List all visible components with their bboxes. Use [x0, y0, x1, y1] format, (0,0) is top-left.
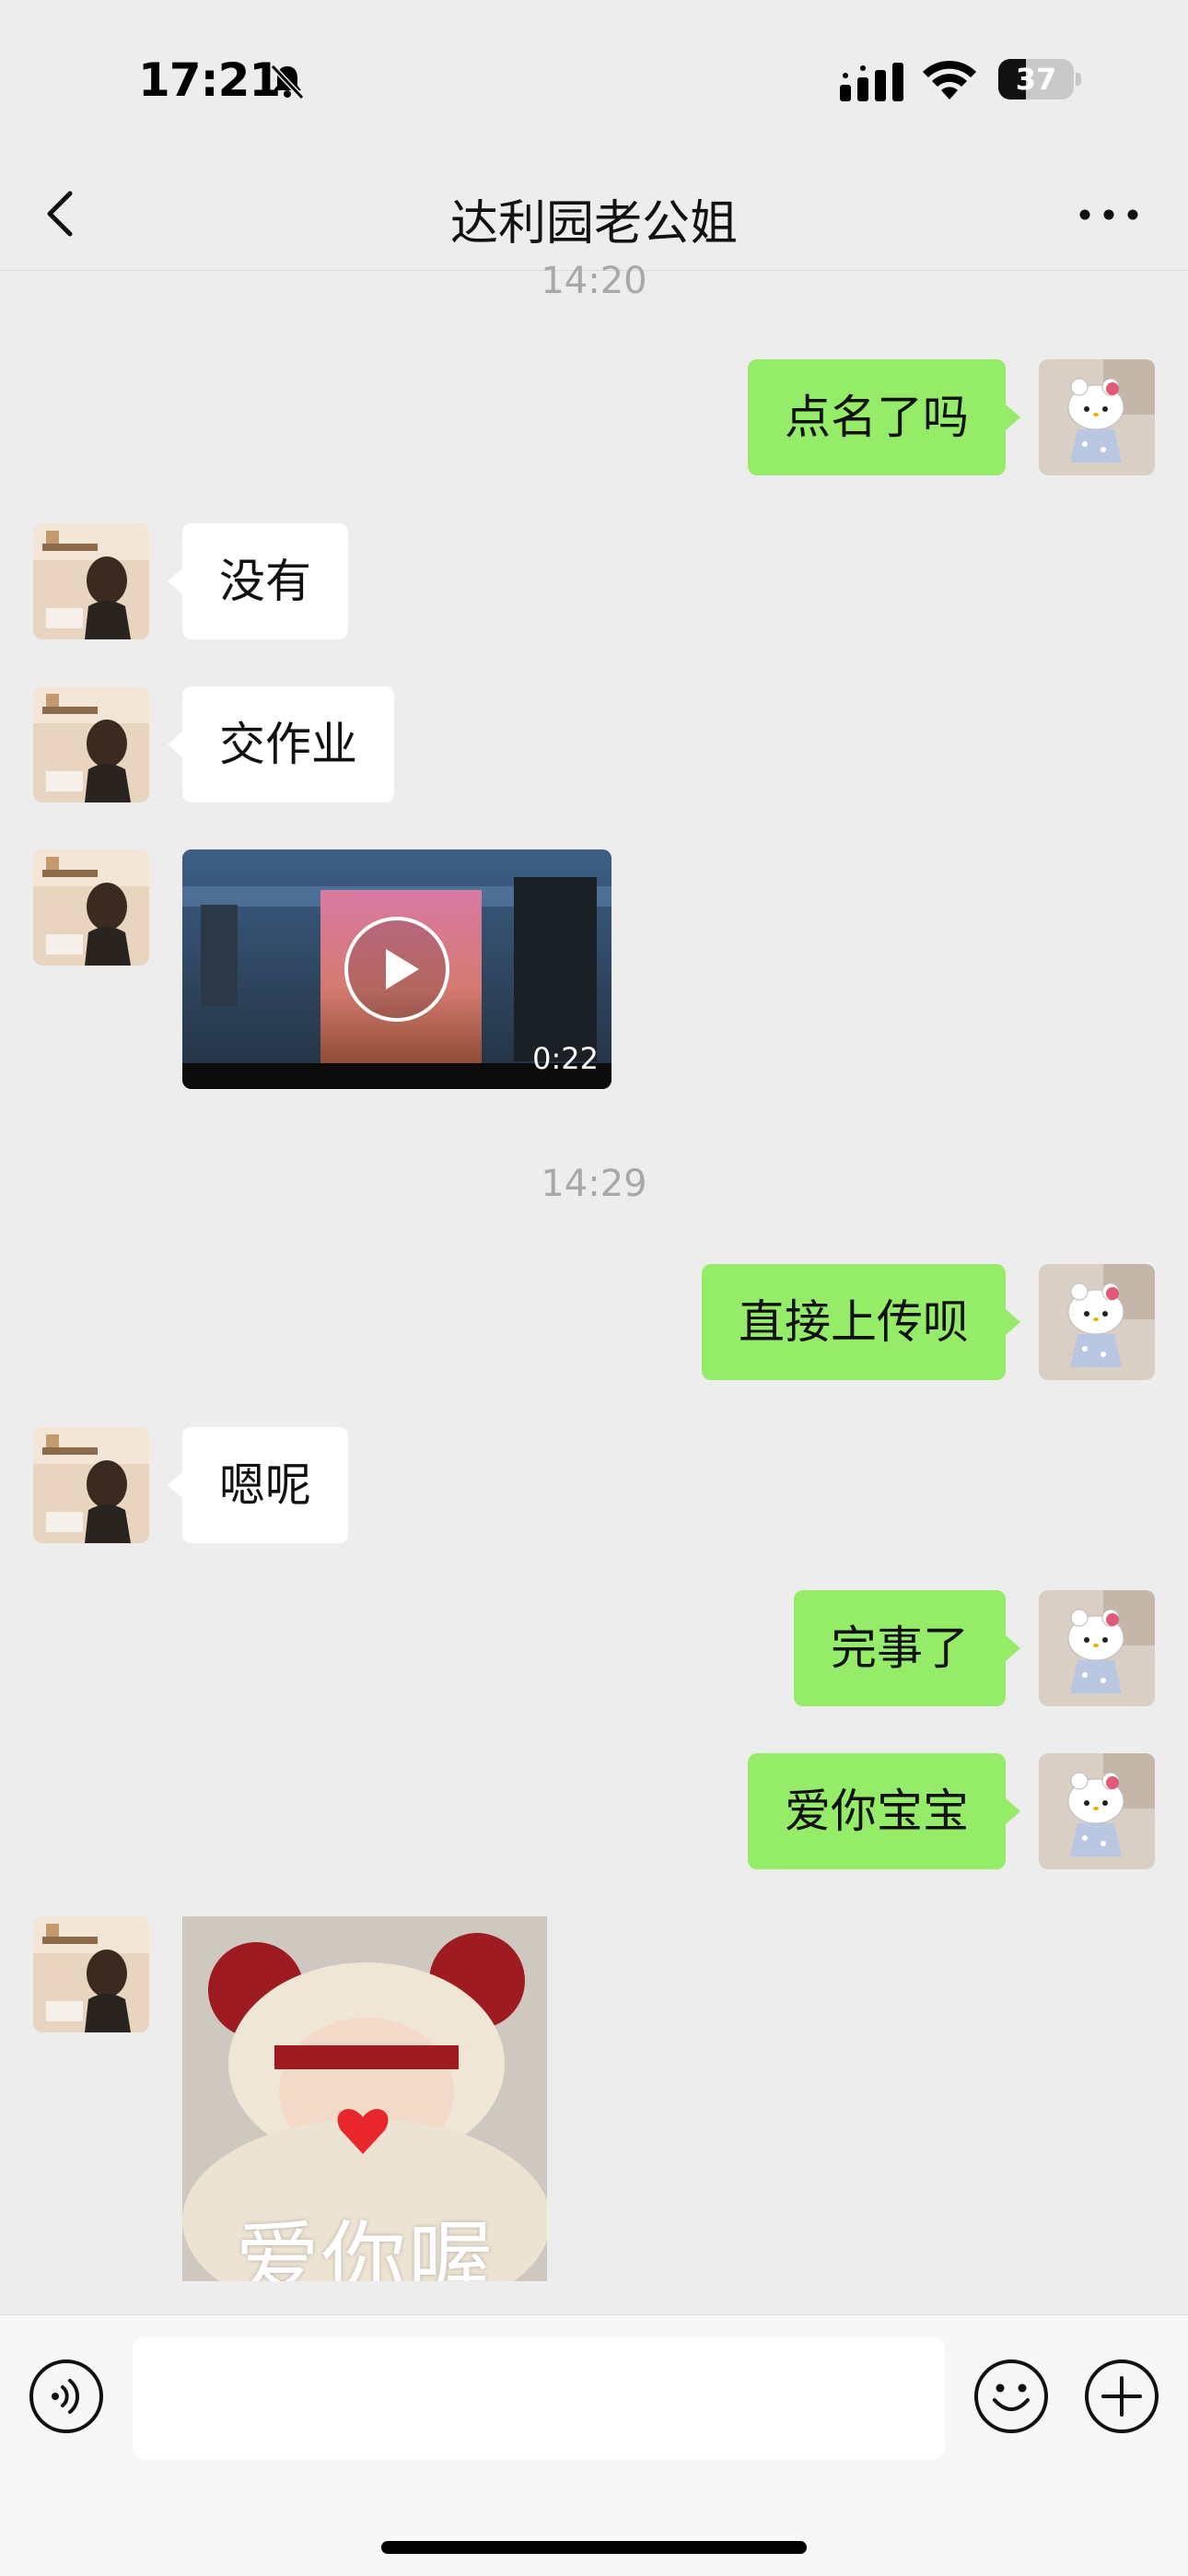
my-avatar[interactable] [1039, 1753, 1155, 1869]
timestamp: 14:20 [541, 260, 647, 302]
contact-avatar-image [33, 1427, 149, 1543]
more-dots-icon[interactable] [1074, 192, 1144, 238]
contact-message-bubble[interactable]: 交作业 [168, 686, 394, 802]
my-message-bubble[interactable]: 爱你宝宝 [748, 1753, 1020, 1869]
video-duration: 0:22 [532, 1041, 599, 1076]
hello-kitty-avatar-image [1039, 1264, 1155, 1380]
input-bar [0, 2314, 1188, 2576]
contact-avatar-image [33, 686, 149, 802]
status-bar: 17:21 37 [0, 0, 1188, 157]
contact-avatar-image [33, 523, 149, 639]
signal-icon [840, 63, 903, 101]
timestamp: 14:29 [541, 1163, 647, 1205]
battery-icon: 37 [998, 59, 1081, 100]
contact-avatar[interactable] [33, 849, 149, 966]
my-avatar[interactable] [1039, 359, 1155, 475]
contact-avatar-image [33, 849, 149, 966]
contact-avatar[interactable] [33, 686, 149, 802]
contact-avatar[interactable] [33, 1427, 149, 1543]
wifi-icon [923, 60, 976, 100]
my-avatar[interactable] [1039, 1264, 1155, 1380]
emoji-icon[interactable] [973, 2358, 1050, 2435]
my-message-bubble[interactable]: 直接上传呗 [702, 1264, 1020, 1380]
chat-title: 达利园老公姐 [449, 196, 738, 252]
contact-avatar[interactable] [33, 1916, 149, 2032]
hello-kitty-avatar-image [1039, 1753, 1155, 1869]
sticker-message[interactable]: 爱你喔 [182, 1916, 547, 2281]
contact-message-bubble[interactable]: 没有 [168, 523, 348, 639]
my-message-bubble[interactable]: 点名了吗 [748, 359, 1020, 475]
my-message-bubble[interactable]: 完事了 [794, 1590, 1020, 1706]
message-input[interactable] [133, 2337, 945, 2459]
home-indicator[interactable] [381, 2541, 807, 2554]
sticker-caption: 爱你喔 [234, 2212, 495, 2281]
play-icon[interactable] [342, 914, 452, 1025]
battery-level: 37 [1015, 62, 1057, 97]
video-message[interactable]: 0:22 [182, 849, 611, 1089]
hello-kitty-avatar-image [1039, 359, 1155, 475]
status-time: 17:21 [138, 53, 281, 107]
contact-avatar-image [33, 1916, 149, 2032]
voice-icon[interactable] [28, 2358, 105, 2435]
my-avatar[interactable] [1039, 1590, 1155, 1706]
chat-header: 达利园老公姐 [0, 157, 1188, 271]
hello-kitty-avatar-image [1039, 1590, 1155, 1706]
contact-message-bubble[interactable]: 嗯呢 [168, 1427, 348, 1543]
bell-slash-icon [270, 64, 305, 100]
plus-icon[interactable] [1083, 2358, 1160, 2435]
contact-avatar[interactable] [33, 523, 149, 639]
